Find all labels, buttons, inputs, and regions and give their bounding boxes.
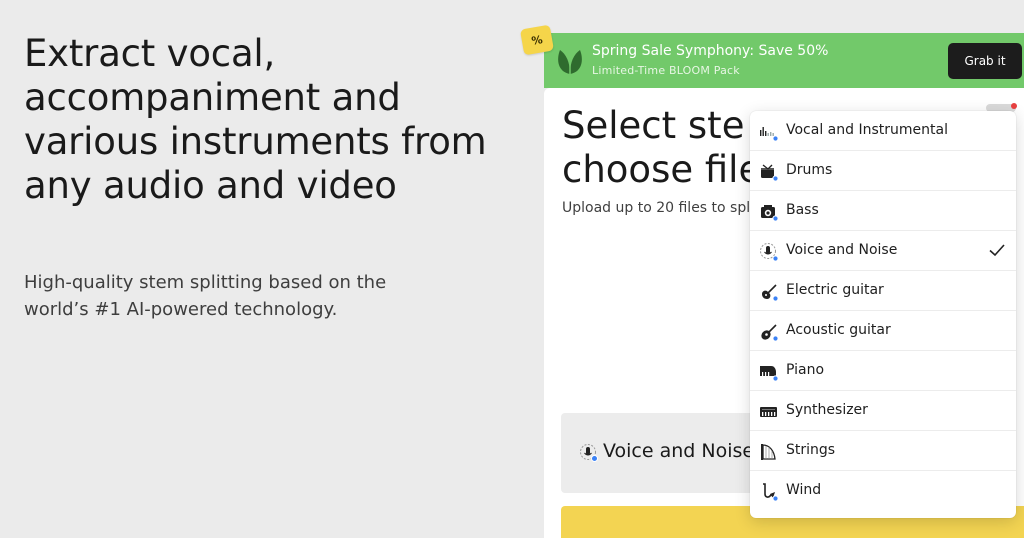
- dropdown-item-wind[interactable]: Wind: [750, 471, 1016, 511]
- dropdown-item-label: Strings: [786, 442, 836, 458]
- strings-icon: [761, 444, 776, 460]
- dropdown-item-voice-noise[interactable]: Voice and Noise: [750, 231, 1016, 271]
- dropdown-item-label: Voice and Noise: [786, 242, 898, 258]
- dropdown-item-label: Piano: [786, 362, 825, 378]
- piano-icon: [760, 366, 779, 382]
- dropdown-item-label: Drums: [786, 162, 833, 178]
- dropdown-item-electric-guitar[interactable]: Electric guitar: [750, 271, 1016, 311]
- dropdown-item-synthesizer[interactable]: Synthesizer: [750, 391, 1016, 431]
- dropdown-item-vocal-instrumental[interactable]: Vocal and Instrumental: [750, 111, 1016, 151]
- dropdown-item-label: Synthesizer: [786, 402, 868, 418]
- dropdown-item-label: Wind: [786, 482, 822, 498]
- dropdown-item-label: Vocal and Instrumental: [786, 122, 948, 138]
- synthesizer-icon: [760, 407, 777, 417]
- notification-dot: [1011, 103, 1017, 109]
- card-subtitle: Upload up to 20 files to spli: [562, 200, 755, 216]
- dropdown-item-label: Acoustic guitar: [786, 322, 891, 338]
- dropdown-item-drums[interactable]: Drums: [750, 151, 1016, 191]
- dropdown-item-strings[interactable]: Strings: [750, 431, 1016, 471]
- electric-guitar-icon: [762, 284, 779, 302]
- voice-noise-icon: [760, 243, 779, 262]
- hero-title: Extract vocal, accompaniment and various…: [24, 32, 487, 207]
- dropdown-item-label: Electric guitar: [786, 282, 884, 298]
- dropdown-item-bass[interactable]: Bass: [750, 191, 1016, 231]
- voice-noise-icon: [580, 444, 598, 462]
- promo-subtitle: Limited-Time BLOOM Pack: [592, 64, 740, 77]
- promo-title: Spring Sale Symphony: Save 50%: [592, 43, 829, 59]
- grab-it-button[interactable]: Grab it: [948, 43, 1022, 79]
- vocal-instrumental-icon: [760, 127, 779, 142]
- dropdown-item-acoustic-guitar[interactable]: Acoustic guitar: [750, 311, 1016, 351]
- bass-icon: [761, 205, 779, 222]
- acoustic-guitar-icon: [761, 324, 779, 342]
- stem-dropdown: Vocal and Instrumental Drums Bass Voice …: [750, 111, 1016, 518]
- drums-icon: [761, 164, 779, 182]
- dropdown-item-piano[interactable]: Piano: [750, 351, 1016, 391]
- wind-icon: [763, 483, 779, 502]
- hero-subtitle: High-quality stem splitting based on the…: [24, 272, 387, 320]
- checkmark-icon: [989, 244, 1005, 257]
- percent-badge: %: [519, 24, 555, 56]
- leaf-icon: [558, 50, 582, 74]
- dropdown-item-label: Bass: [786, 202, 819, 218]
- selected-stem-label: Voice and Noise: [603, 440, 755, 462]
